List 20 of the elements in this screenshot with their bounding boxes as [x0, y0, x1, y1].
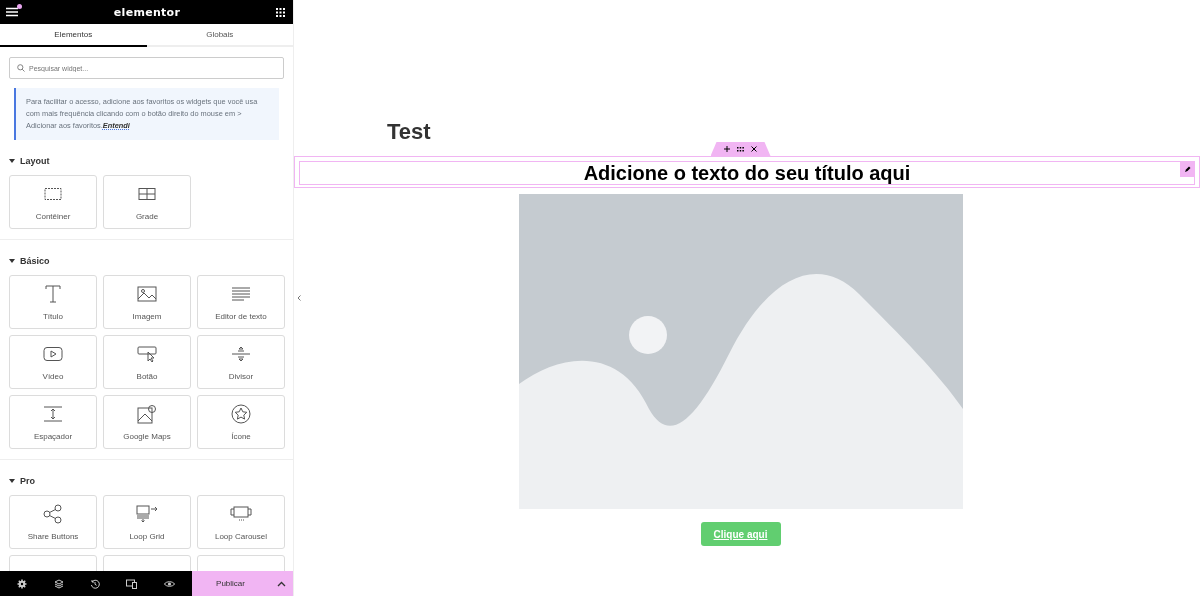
widget-card[interactable]: Grade: [103, 175, 191, 229]
category-header[interactable]: Pro: [9, 476, 35, 486]
widget-card[interactable]: Espaçador: [9, 395, 97, 449]
widget-card[interactable]: Editor de texto: [197, 275, 285, 329]
widget-card[interactable]: Ícone: [197, 395, 285, 449]
selected-section[interactable]: Adicione o texto do seu título aqui: [294, 156, 1200, 188]
widget-card[interactable]: Loop Carousel: [197, 495, 285, 549]
page-title: Test: [387, 119, 431, 145]
logo: elementor: [113, 5, 181, 19]
widget-card[interactable]: Imagem: [103, 275, 191, 329]
category-header[interactable]: Layout: [9, 156, 50, 166]
category-header[interactable]: Básico: [9, 256, 50, 266]
widget-card[interactable]: Divisor: [197, 335, 285, 389]
widget-card[interactable]: Botão: [103, 335, 191, 389]
widget-card[interactable]: Loop Grid: [103, 495, 191, 549]
widget-card[interactable]: Share Buttons: [9, 495, 97, 549]
widget-card[interactable]: Título: [9, 275, 97, 329]
widget-card[interactable]: Google Maps: [103, 395, 191, 449]
widget-card[interactable]: Vídeo: [9, 335, 97, 389]
widget-card[interactable]: Contêiner: [9, 175, 97, 229]
